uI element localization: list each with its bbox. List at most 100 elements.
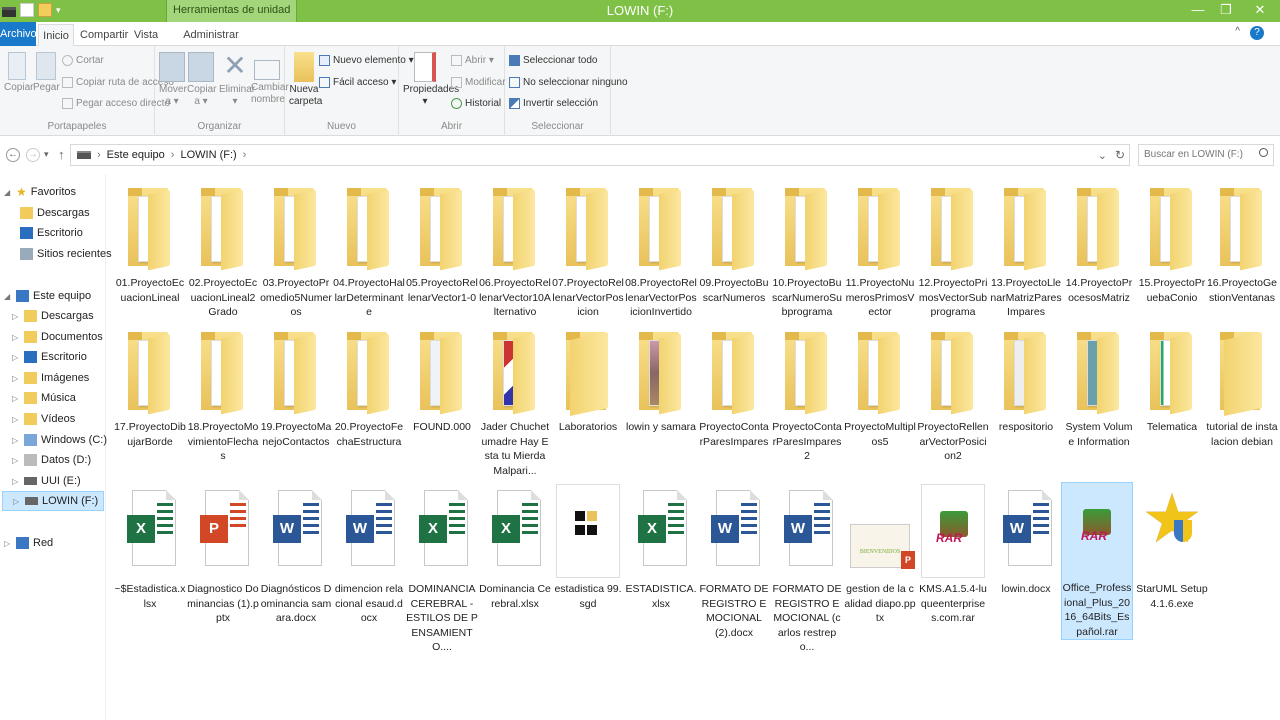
- address-bar[interactable]: › Este equipo › LOWIN (F:) › ⌄ ↻: [70, 144, 1130, 166]
- sidebar-item-red[interactable]: ▷ Red: [4, 533, 53, 553]
- address-dropdown-icon[interactable]: ⌄: [1098, 149, 1107, 162]
- file-item-excel[interactable]: X Dominancia Cerebral.xlsx: [479, 484, 551, 611]
- folder-item[interactable]: 15.ProyectoPruebaConio: [1136, 178, 1208, 305]
- file-item-word[interactable]: Wdimencion relacional esaud.docx: [333, 484, 405, 626]
- back-button[interactable]: ←: [6, 148, 20, 162]
- refresh-icon[interactable]: ↻: [1115, 148, 1125, 162]
- edit-button[interactable]: Modificar: [451, 77, 506, 88]
- folder-item[interactable]: 16.ProyectoGestionVentanas: [1206, 178, 1278, 305]
- tab-archivo[interactable]: Archivo: [0, 22, 37, 46]
- customize-toolbar-icon[interactable]: ▾: [56, 3, 64, 17]
- chevron-right-icon[interactable]: ▷: [12, 436, 20, 445]
- chevron-right-icon[interactable]: ▷: [12, 353, 20, 362]
- restore-button[interactable]: ❐: [1212, 0, 1240, 22]
- folder-item[interactable]: Jader Chuchetumadre Hay Esta tu Mierda M…: [479, 322, 551, 478]
- expand-arrow-icon[interactable]: ◢: [4, 188, 12, 197]
- folder-item[interactable]: ProyectoRellenarVectorPosicion2: [917, 322, 989, 464]
- chevron-right-icon[interactable]: ▷: [12, 312, 20, 321]
- folder-item[interactable]: FOUND.000: [406, 322, 478, 435]
- sidebar-item-musica[interactable]: ▷ Música: [12, 388, 76, 408]
- file-item-exe[interactable]: ★ StarUML Setup 4.1.6.exe: [1136, 484, 1208, 611]
- drive-tools-tab[interactable]: Herramientas de unidad: [166, 0, 298, 22]
- folder-item[interactable]: 17.ProyectoDibujarBorde: [114, 322, 186, 449]
- file-item-ppt[interactable]: BIENVENIDOS P gestion de la calidad diapo.…: [844, 484, 916, 626]
- close-button[interactable]: ✕: [1240, 0, 1280, 22]
- file-item-rar-selected[interactable]: RAR Office_Professional_Plus_2016_64Bits_…: [1061, 482, 1133, 640]
- file-item-word[interactable]: W FORMATO DE REGISTRO EMOCIONAL (carlos r…: [771, 484, 843, 655]
- delete-button[interactable]: ✕ Eliminar ▾: [219, 52, 255, 108]
- minimize-button[interactable]: —: [1184, 0, 1212, 22]
- forward-button[interactable]: →: [26, 148, 40, 162]
- cut-button[interactable]: Cortar: [62, 55, 104, 66]
- folder-item[interactable]: 10.ProyectoBuscarNumeroSubprograma: [771, 178, 843, 320]
- sidebar-item-favoritos[interactable]: ◢ ★ Favoritos: [4, 182, 76, 202]
- properties-icon[interactable]: [20, 3, 34, 17]
- chevron-right-icon[interactable]: ▷: [12, 456, 20, 465]
- copy-button[interactable]: Copiar: [4, 52, 33, 94]
- sidebar-item-descargas[interactable]: ▷ Descargas: [12, 306, 94, 326]
- chevron-right-icon[interactable]: ▷: [4, 539, 12, 548]
- rename-button[interactable]: Cambiar nombre: [251, 52, 289, 106]
- tab-inicio[interactable]: Inicio: [38, 24, 74, 46]
- sidebar-item-lowin-f[interactable]: ▷ LOWIN (F:): [2, 491, 104, 511]
- history-button[interactable]: Historial: [451, 98, 501, 109]
- folder-item[interactable]: ProyectoMultiplos5: [844, 322, 916, 449]
- chevron-right-icon[interactable]: ▷: [12, 333, 20, 342]
- file-item-word[interactable]: W Diagnósticos Dominancia samara.docx: [260, 484, 332, 626]
- move-to-button[interactable]: Mover a ▾: [159, 52, 187, 108]
- chevron-right-icon[interactable]: ▷: [12, 374, 20, 383]
- easy-access-button[interactable]: Fácil acceso ▾: [319, 77, 396, 88]
- breadcrumb-este-equipo[interactable]: Este equipo: [107, 149, 165, 161]
- select-none-button[interactable]: No seleccionar ninguno: [509, 77, 628, 88]
- folder-item[interactable]: System Volume Information: [1063, 322, 1135, 449]
- tab-compartir[interactable]: Compartir: [80, 24, 128, 46]
- sidebar-item-datos-d[interactable]: ▷ Datos (D:): [12, 450, 91, 470]
- folder-item[interactable]: tutorial de instalacion debian: [1206, 322, 1278, 449]
- copy-to-button[interactable]: Copiar a ▾: [187, 52, 216, 108]
- file-item-sgd[interactable]: estadistica 99.sgd: [552, 484, 624, 611]
- folder-item[interactable]: 02.ProyectoEcuacionLineal2Grado: [187, 178, 259, 320]
- folder-item[interactable]: respositorio: [990, 322, 1062, 435]
- chevron-right-icon[interactable]: ▷: [13, 497, 21, 506]
- folder-item[interactable]: 11.ProyectoNumerosPrimosVector: [844, 178, 916, 320]
- folder-item[interactable]: 12.ProyectoPrimosVectorSubprograma: [917, 178, 989, 320]
- chevron-right-icon[interactable]: ▷: [12, 477, 20, 486]
- expand-arrow-icon[interactable]: ◢: [4, 292, 12, 301]
- help-icon[interactable]: ?: [1250, 26, 1264, 40]
- file-item-rar[interactable]: RAR KMS.A1.5.4-luqueenterprises.com.rar: [917, 484, 989, 626]
- file-item-ppt[interactable]: P Diagnostico Dominancias (1).pptx: [187, 484, 259, 626]
- folder-item[interactable]: 08.ProyectoRellenarVectorPosicionInverti…: [625, 178, 697, 320]
- up-button[interactable]: ↑: [58, 147, 65, 162]
- sidebar-item-videos[interactable]: ▷ Vídeos: [12, 409, 75, 429]
- new-folder-icon[interactable]: [38, 3, 52, 17]
- folder-item[interactable]: Laboratorios: [552, 322, 624, 435]
- sidebar-item-escritorio[interactable]: ▷ Escritorio: [12, 347, 87, 367]
- folder-item[interactable]: 06.ProyectoRellenarVector10Alternativo: [479, 178, 551, 320]
- recent-locations-button[interactable]: ▾: [44, 149, 49, 160]
- chevron-right-icon[interactable]: ▷: [12, 394, 20, 403]
- folder-item[interactable]: Telematica: [1136, 322, 1208, 435]
- invert-selection-button[interactable]: Invertir selección: [509, 98, 598, 109]
- select-all-button[interactable]: Seleccionar todo: [509, 55, 598, 66]
- open-button[interactable]: Abrir ▾: [451, 55, 494, 66]
- folder-item[interactable]: 18.ProyectoMovimientoFlechas: [187, 322, 259, 464]
- folder-item[interactable]: 07.ProyectoRellenarVectorPosicion: [552, 178, 624, 320]
- chevron-right-icon[interactable]: ▷: [12, 415, 20, 424]
- sidebar-item-windows-c[interactable]: ▷ Windows (C:): [12, 430, 107, 450]
- paste-button[interactable]: Pegar: [33, 52, 60, 94]
- sidebar-item-imagenes[interactable]: ▷ Imágenes: [12, 368, 89, 388]
- sidebar-item-uui-e[interactable]: ▷ UUI (E:): [12, 471, 81, 491]
- folder-item[interactable]: 14.ProyectoProcesosMatriz: [1063, 178, 1135, 305]
- file-item-excel[interactable]: X ESTADISTICA.xlsx: [625, 484, 697, 611]
- collapse-ribbon-icon[interactable]: ^: [1235, 26, 1240, 37]
- search-input[interactable]: Buscar en LOWIN (F:): [1138, 144, 1274, 166]
- file-item-excel[interactable]: X ~$Estadistica.xlsx: [114, 484, 186, 611]
- new-folder-button[interactable]: Nueva carpeta: [289, 52, 322, 108]
- folder-item[interactable]: ProyectoContarParesImpares: [698, 322, 770, 449]
- folder-item[interactable]: 03.ProyectoPromedio5Numeros: [260, 178, 332, 320]
- folder-item[interactable]: 13.ProyectoLlenarMatrizParesImpares: [990, 178, 1062, 320]
- sidebar-item-fav-descargas[interactable]: Descargas: [20, 203, 90, 223]
- tab-administrar[interactable]: Administrar: [182, 24, 240, 46]
- sidebar-item-este-equipo[interactable]: ◢ Este equipo: [4, 286, 91, 306]
- folder-item[interactable]: 01.ProyectoEcuacionLineal: [114, 178, 186, 305]
